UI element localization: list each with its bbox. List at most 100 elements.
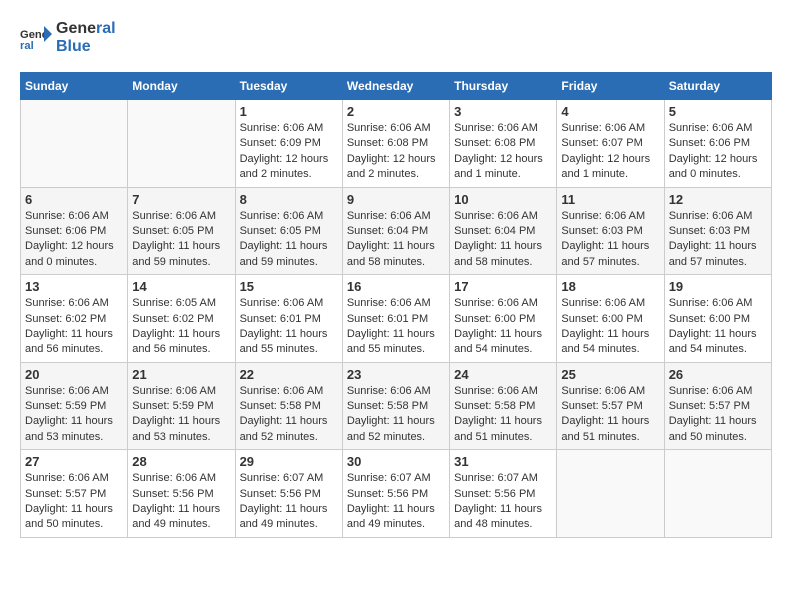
day-info: Sunrise: 6:07 AM Sunset: 5:56 PM Dayligh… — [347, 471, 445, 533]
column-header-tuesday: Tuesday — [235, 73, 342, 100]
logo-text: General Blue — [56, 20, 116, 56]
calendar-week-1: 1Sunrise: 6:06 AM Sunset: 6:09 PM Daylig… — [21, 100, 772, 188]
calendar-day: 9 Sunrise: 6:06 AM Sunset: 6:04 PM Daylig… — [342, 187, 449, 275]
day-info: Sunrise: 6:06 AM Sunset: 5:58 PM Dayligh… — [240, 384, 338, 446]
day-info: Sunrise: 6:06 AM Sunset: 6:08 PM Dayligh… — [347, 121, 445, 183]
day-info: Sunrise: 6:06 AM Sunset: 6:08 PM Dayligh… — [454, 121, 552, 183]
day-number: 11 — [561, 192, 659, 207]
day-info: Sunrise: 6:06 AM Sunset: 6:06 PM Dayligh… — [25, 209, 123, 271]
calendar-day: 3 Sunrise: 6:06 AM Sunset: 6:08 PM Daylig… — [450, 100, 557, 188]
day-info: Sunrise: 6:06 AM Sunset: 5:59 PM Dayligh… — [132, 384, 230, 446]
column-header-thursday: Thursday — [450, 73, 557, 100]
day-number: 26 — [669, 367, 767, 382]
calendar-header-row: SundayMondayTuesdayWednesdayThursdayFrid… — [21, 73, 772, 100]
column-header-wednesday: Wednesday — [342, 73, 449, 100]
calendar-day: 23 Sunrise: 6:06 AM Sunset: 5:58 PM Dayli… — [342, 362, 449, 450]
day-number: 8 — [240, 192, 338, 207]
calendar-day: 21Sunrise: 6:06 AM Sunset: 5:59 PM Dayli… — [128, 362, 235, 450]
calendar-week-4: 20 Sunrise: 6:06 AM Sunset: 5:59 PM Dayli… — [21, 362, 772, 450]
svg-text:ral: ral — [20, 40, 34, 52]
day-number: 9 — [347, 192, 445, 207]
calendar-day: 12 Sunrise: 6:06 AM Sunset: 6:03 PM Dayli… — [664, 187, 771, 275]
column-header-sunday: Sunday — [21, 73, 128, 100]
day-info: Sunrise: 6:06 AM Sunset: 6:02 PM Dayligh… — [25, 296, 123, 358]
day-number: 29 — [240, 454, 338, 469]
calendar-day — [557, 450, 664, 538]
calendar-day: 14Sunrise: 6:05 AM Sunset: 6:02 PM Dayli… — [128, 275, 235, 363]
day-number: 30 — [347, 454, 445, 469]
calendar-day: 24 Sunrise: 6:06 AM Sunset: 5:58 PM Dayli… — [450, 362, 557, 450]
day-number: 6 — [25, 192, 123, 207]
day-info: Sunrise: 6:06 AM Sunset: 5:58 PM Dayligh… — [347, 384, 445, 446]
day-info: Sunrise: 6:06 AM Sunset: 6:05 PM Dayligh… — [132, 209, 230, 271]
day-info: Sunrise: 6:06 AM Sunset: 6:07 PM Dayligh… — [561, 121, 659, 183]
day-info: Sunrise: 6:06 AM Sunset: 5:57 PM Dayligh… — [669, 384, 767, 446]
day-info: Sunrise: 6:06 AM Sunset: 6:01 PM Dayligh… — [240, 296, 338, 358]
logo: Gene ral General Blue — [20, 20, 116, 56]
calendar-day: 19 Sunrise: 6:06 AM Sunset: 6:00 PM Dayli… — [664, 275, 771, 363]
calendar-day: 17Sunrise: 6:06 AM Sunset: 6:00 PM Dayli… — [450, 275, 557, 363]
calendar-day: 30 Sunrise: 6:07 AM Sunset: 5:56 PM Dayli… — [342, 450, 449, 538]
day-info: Sunrise: 6:06 AM Sunset: 5:59 PM Dayligh… — [25, 384, 123, 446]
calendar-day: 5 Sunrise: 6:06 AM Sunset: 6:06 PM Daylig… — [664, 100, 771, 188]
day-number: 19 — [669, 279, 767, 294]
calendar-day: 22 Sunrise: 6:06 AM Sunset: 5:58 PM Dayli… — [235, 362, 342, 450]
day-number: 1 — [240, 104, 338, 119]
day-info: Sunrise: 6:06 AM Sunset: 6:00 PM Dayligh… — [454, 296, 552, 358]
day-number: 31 — [454, 454, 552, 469]
calendar-day: 13 Sunrise: 6:06 AM Sunset: 6:02 PM Dayli… — [21, 275, 128, 363]
day-info: Sunrise: 6:07 AM Sunset: 5:56 PM Dayligh… — [240, 471, 338, 533]
day-info: Sunrise: 6:06 AM Sunset: 6:04 PM Dayligh… — [347, 209, 445, 271]
calendar-day: 26 Sunrise: 6:06 AM Sunset: 5:57 PM Dayli… — [664, 362, 771, 450]
svg-text:Gene: Gene — [20, 29, 48, 41]
day-info: Sunrise: 6:06 AM Sunset: 5:57 PM Dayligh… — [25, 471, 123, 533]
day-number: 27 — [25, 454, 123, 469]
calendar-day: 4 Sunrise: 6:06 AM Sunset: 6:07 PM Daylig… — [557, 100, 664, 188]
calendar-day: 10 Sunrise: 6:06 AM Sunset: 6:04 PM Dayli… — [450, 187, 557, 275]
day-number: 20 — [25, 367, 123, 382]
day-number: 10 — [454, 192, 552, 207]
calendar-day: 20 Sunrise: 6:06 AM Sunset: 5:59 PM Dayli… — [21, 362, 128, 450]
day-number: 15 — [240, 279, 338, 294]
day-number: 28 — [132, 454, 230, 469]
day-number: 18 — [561, 279, 659, 294]
calendar-week-3: 13 Sunrise: 6:06 AM Sunset: 6:02 PM Dayli… — [21, 275, 772, 363]
day-info: Sunrise: 6:06 AM Sunset: 5:58 PM Dayligh… — [454, 384, 552, 446]
day-info: Sunrise: 6:06 AM Sunset: 6:06 PM Dayligh… — [669, 121, 767, 183]
calendar-day: 15 Sunrise: 6:06 AM Sunset: 6:01 PM Dayli… — [235, 275, 342, 363]
day-number: 13 — [25, 279, 123, 294]
day-number: 23 — [347, 367, 445, 382]
day-number: 7 — [132, 192, 230, 207]
day-info: Sunrise: 6:06 AM Sunset: 6:00 PM Dayligh… — [669, 296, 767, 358]
day-info: Sunrise: 6:06 AM Sunset: 6:03 PM Dayligh… — [669, 209, 767, 271]
day-number: 25 — [561, 367, 659, 382]
calendar-day: 16 Sunrise: 6:06 AM Sunset: 6:01 PM Dayli… — [342, 275, 449, 363]
day-info: Sunrise: 6:07 AM Sunset: 5:56 PM Dayligh… — [454, 471, 552, 533]
day-info: Sunrise: 6:06 AM Sunset: 6:00 PM Dayligh… — [561, 296, 659, 358]
day-info: Sunrise: 6:06 AM Sunset: 6:01 PM Dayligh… — [347, 296, 445, 358]
calendar-day — [664, 450, 771, 538]
calendar-day: 8Sunrise: 6:06 AM Sunset: 6:05 PM Daylig… — [235, 187, 342, 275]
column-header-friday: Friday — [557, 73, 664, 100]
column-header-monday: Monday — [128, 73, 235, 100]
calendar-day — [128, 100, 235, 188]
calendar-week-2: 6 Sunrise: 6:06 AM Sunset: 6:06 PM Daylig… — [21, 187, 772, 275]
calendar-day: 11Sunrise: 6:06 AM Sunset: 6:03 PM Dayli… — [557, 187, 664, 275]
day-info: Sunrise: 6:06 AM Sunset: 5:57 PM Dayligh… — [561, 384, 659, 446]
calendar-week-5: 27 Sunrise: 6:06 AM Sunset: 5:57 PM Dayli… — [21, 450, 772, 538]
day-number: 5 — [669, 104, 767, 119]
day-info: Sunrise: 6:06 AM Sunset: 6:04 PM Dayligh… — [454, 209, 552, 271]
day-info: Sunrise: 6:05 AM Sunset: 6:02 PM Dayligh… — [132, 296, 230, 358]
day-number: 16 — [347, 279, 445, 294]
calendar-day: 1Sunrise: 6:06 AM Sunset: 6:09 PM Daylig… — [235, 100, 342, 188]
calendar-day: 31 Sunrise: 6:07 AM Sunset: 5:56 PM Dayli… — [450, 450, 557, 538]
calendar-day: 29 Sunrise: 6:07 AM Sunset: 5:56 PM Dayli… — [235, 450, 342, 538]
day-number: 3 — [454, 104, 552, 119]
day-number: 24 — [454, 367, 552, 382]
column-header-saturday: Saturday — [664, 73, 771, 100]
day-number: 12 — [669, 192, 767, 207]
calendar-day: 25 Sunrise: 6:06 AM Sunset: 5:57 PM Dayli… — [557, 362, 664, 450]
day-number: 4 — [561, 104, 659, 119]
day-number: 22 — [240, 367, 338, 382]
calendar-day: 2Sunrise: 6:06 AM Sunset: 6:08 PM Daylig… — [342, 100, 449, 188]
